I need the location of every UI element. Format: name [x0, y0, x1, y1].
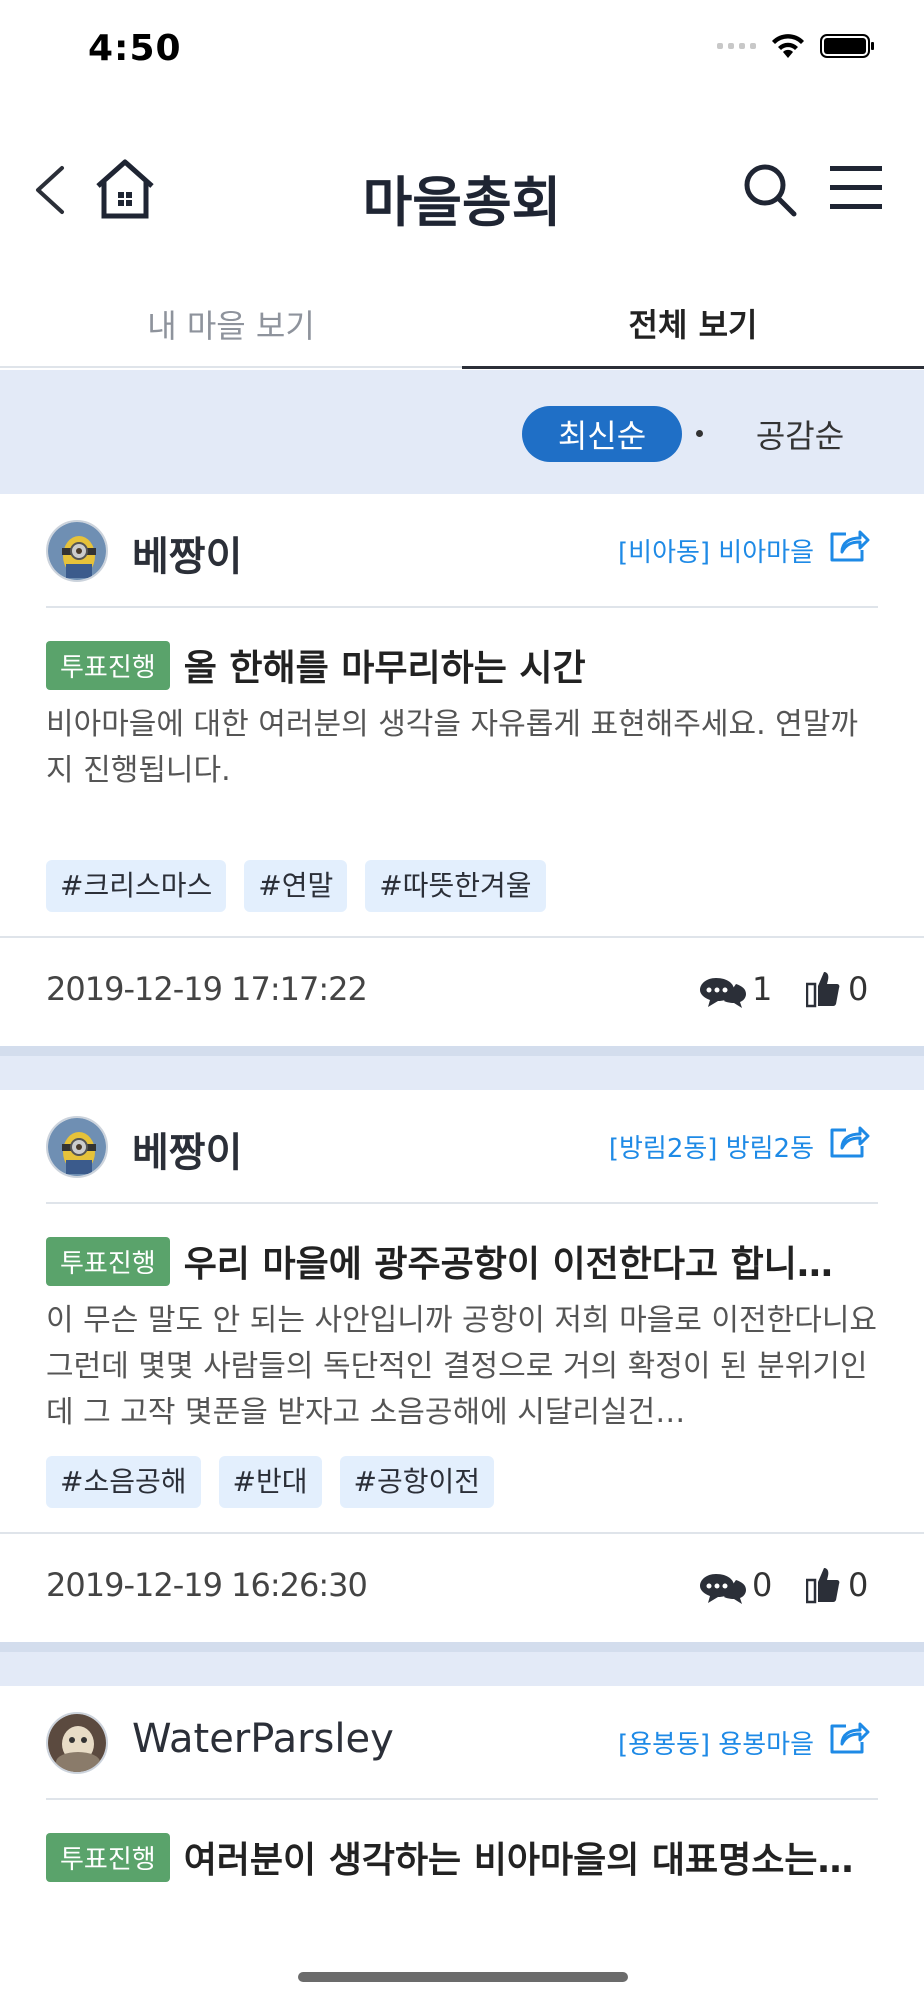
hamburger-menu-icon[interactable] [828, 162, 884, 214]
comment-icon[interactable] [700, 976, 746, 1010]
author-name[interactable]: 베짱이 [132, 1120, 242, 1178]
tag-chip[interactable]: #공항이전 [339, 1456, 495, 1508]
vote-status-badge: 투표진행 [46, 640, 170, 690]
comment-count: 0 [752, 1566, 773, 1604]
thumbs-up-icon[interactable] [806, 968, 840, 1008]
comment-icon[interactable] [700, 1572, 746, 1606]
vote-status-badge: 투표진행 [46, 1832, 170, 1882]
post-date: 2019-12-19 16:26:30 [46, 1566, 368, 1604]
post-separator [0, 1642, 924, 1686]
share-icon[interactable] [828, 1718, 870, 1756]
wifi-icon [772, 34, 804, 58]
village-link[interactable]: [비아동] 비아마을 [618, 532, 814, 569]
post-body: 투표진행 올 한해를 마무리하는 시간 비아마을에 대한 여러분의 생각을 자유… [46, 608, 878, 912]
status-icons [717, 32, 876, 60]
tag-chip[interactable]: #따뜻한겨울 [365, 860, 546, 912]
sort-latest-button[interactable]: 최신순 [522, 406, 682, 462]
author-name[interactable]: 베짱이 [132, 524, 242, 582]
avatar[interactable] [46, 520, 108, 582]
search-icon[interactable] [740, 160, 800, 220]
home-indicator [298, 1972, 628, 1982]
tag-chip[interactable]: #반대 [218, 1456, 322, 1508]
village-link[interactable]: [용봉동] 용봉마을 [618, 1724, 814, 1761]
post-text: 비아마을에 대한 여러분의 생각을 자유롭게 표현해주세요. 연말까지 진행됩니… [46, 707, 858, 788]
avatar[interactable] [46, 1116, 108, 1178]
tag-list: #소음공해 #반대 #공항이전 [46, 1456, 878, 1508]
cellular-signal-icon [717, 43, 756, 49]
tag-chip[interactable]: #크리스마스 [46, 860, 227, 912]
tag-chip[interactable]: #소음공해 [46, 1456, 201, 1508]
sort-likes-button[interactable]: 공감순 [730, 406, 870, 462]
tab-my-village[interactable]: 내 마을 보기 [0, 280, 462, 368]
post-footer: 2019-12-19 16:26:30 0 0 [0, 1532, 924, 1642]
tag-list: #크리스마스 #연말 #따뜻한겨울 [46, 860, 878, 912]
avatar[interactable] [46, 1712, 108, 1774]
post-footer: 2019-12-19 17:17:22 1 0 [0, 936, 924, 1046]
tab-view-all[interactable]: 전체 보기 [462, 280, 924, 369]
post-feed: 베짱이 [비아동] 비아마을 투표진행 올 한해를 마무리하는 시간 비아마을에… [0, 494, 924, 1882]
status-time: 4:50 [88, 28, 182, 69]
status-bar: 4:50 [0, 0, 924, 100]
like-count: 0 [848, 1566, 869, 1604]
thumbs-up-icon[interactable] [806, 1564, 840, 1604]
author-name[interactable]: WaterParsley [132, 1716, 394, 1762]
app-header: 마을총회 [0, 130, 924, 250]
post-title-row: 투표진행 여러분이 생각하는 비아마을의 대표명소는… [46, 1832, 878, 1882]
comment-count: 1 [752, 970, 773, 1008]
post-title[interactable]: 여러분이 생각하는 비아마을의 대표명소는… [184, 1831, 854, 1883]
post-title-row: 투표진행 올 한해를 마무리하는 시간 [46, 640, 878, 690]
post-body: 투표진행 여러분이 생각하는 비아마을의 대표명소는… [46, 1800, 878, 1882]
post-card[interactable]: 베짱이 [비아동] 비아마을 투표진행 올 한해를 마무리하는 시간 비아마을에… [0, 494, 924, 1046]
post-card[interactable]: 베짱이 [방림2동] 방림2동 투표진행 우리 마을에 광주공항이 이전한다고 … [0, 1090, 924, 1642]
share-icon[interactable] [828, 1122, 870, 1160]
battery-icon [820, 34, 874, 58]
post-separator [0, 1046, 924, 1090]
post-header: WaterParsley [용봉동] 용봉마을 [46, 1686, 878, 1800]
post-date: 2019-12-19 17:17:22 [46, 970, 368, 1008]
post-header: 베짱이 [방림2동] 방림2동 [46, 1090, 878, 1204]
post-header: 베짱이 [비아동] 비아마을 [46, 494, 878, 608]
share-icon[interactable] [828, 526, 870, 564]
sort-divider-dot [696, 430, 703, 437]
sort-bar: 최신순 공감순 [0, 370, 924, 494]
post-title-row: 투표진행 우리 마을에 광주공항이 이전한다고 합니… [46, 1236, 878, 1286]
view-tabs: 내 마을 보기 전체 보기 [0, 280, 924, 369]
post-body: 투표진행 우리 마을에 광주공항이 이전한다고 합니… 이 무슨 말도 안 되는… [46, 1204, 878, 1508]
tag-chip[interactable]: #연말 [244, 860, 348, 912]
village-link[interactable]: [방림2동] 방림2동 [609, 1128, 814, 1165]
post-title[interactable]: 올 한해를 마무리하는 시간 [184, 639, 586, 691]
post-card[interactable]: WaterParsley [용봉동] 용봉마을 투표진행 여러분이 생각하는 비… [0, 1686, 924, 1882]
post-title[interactable]: 우리 마을에 광주공항이 이전한다고 합니… [184, 1235, 833, 1287]
like-count: 0 [848, 970, 869, 1008]
post-text: 이 무슨 말도 안 되는 사안입니까 공항이 저희 마을로 이전한다니요 그런데… [46, 1303, 878, 1430]
vote-status-badge: 투표진행 [46, 1236, 170, 1286]
